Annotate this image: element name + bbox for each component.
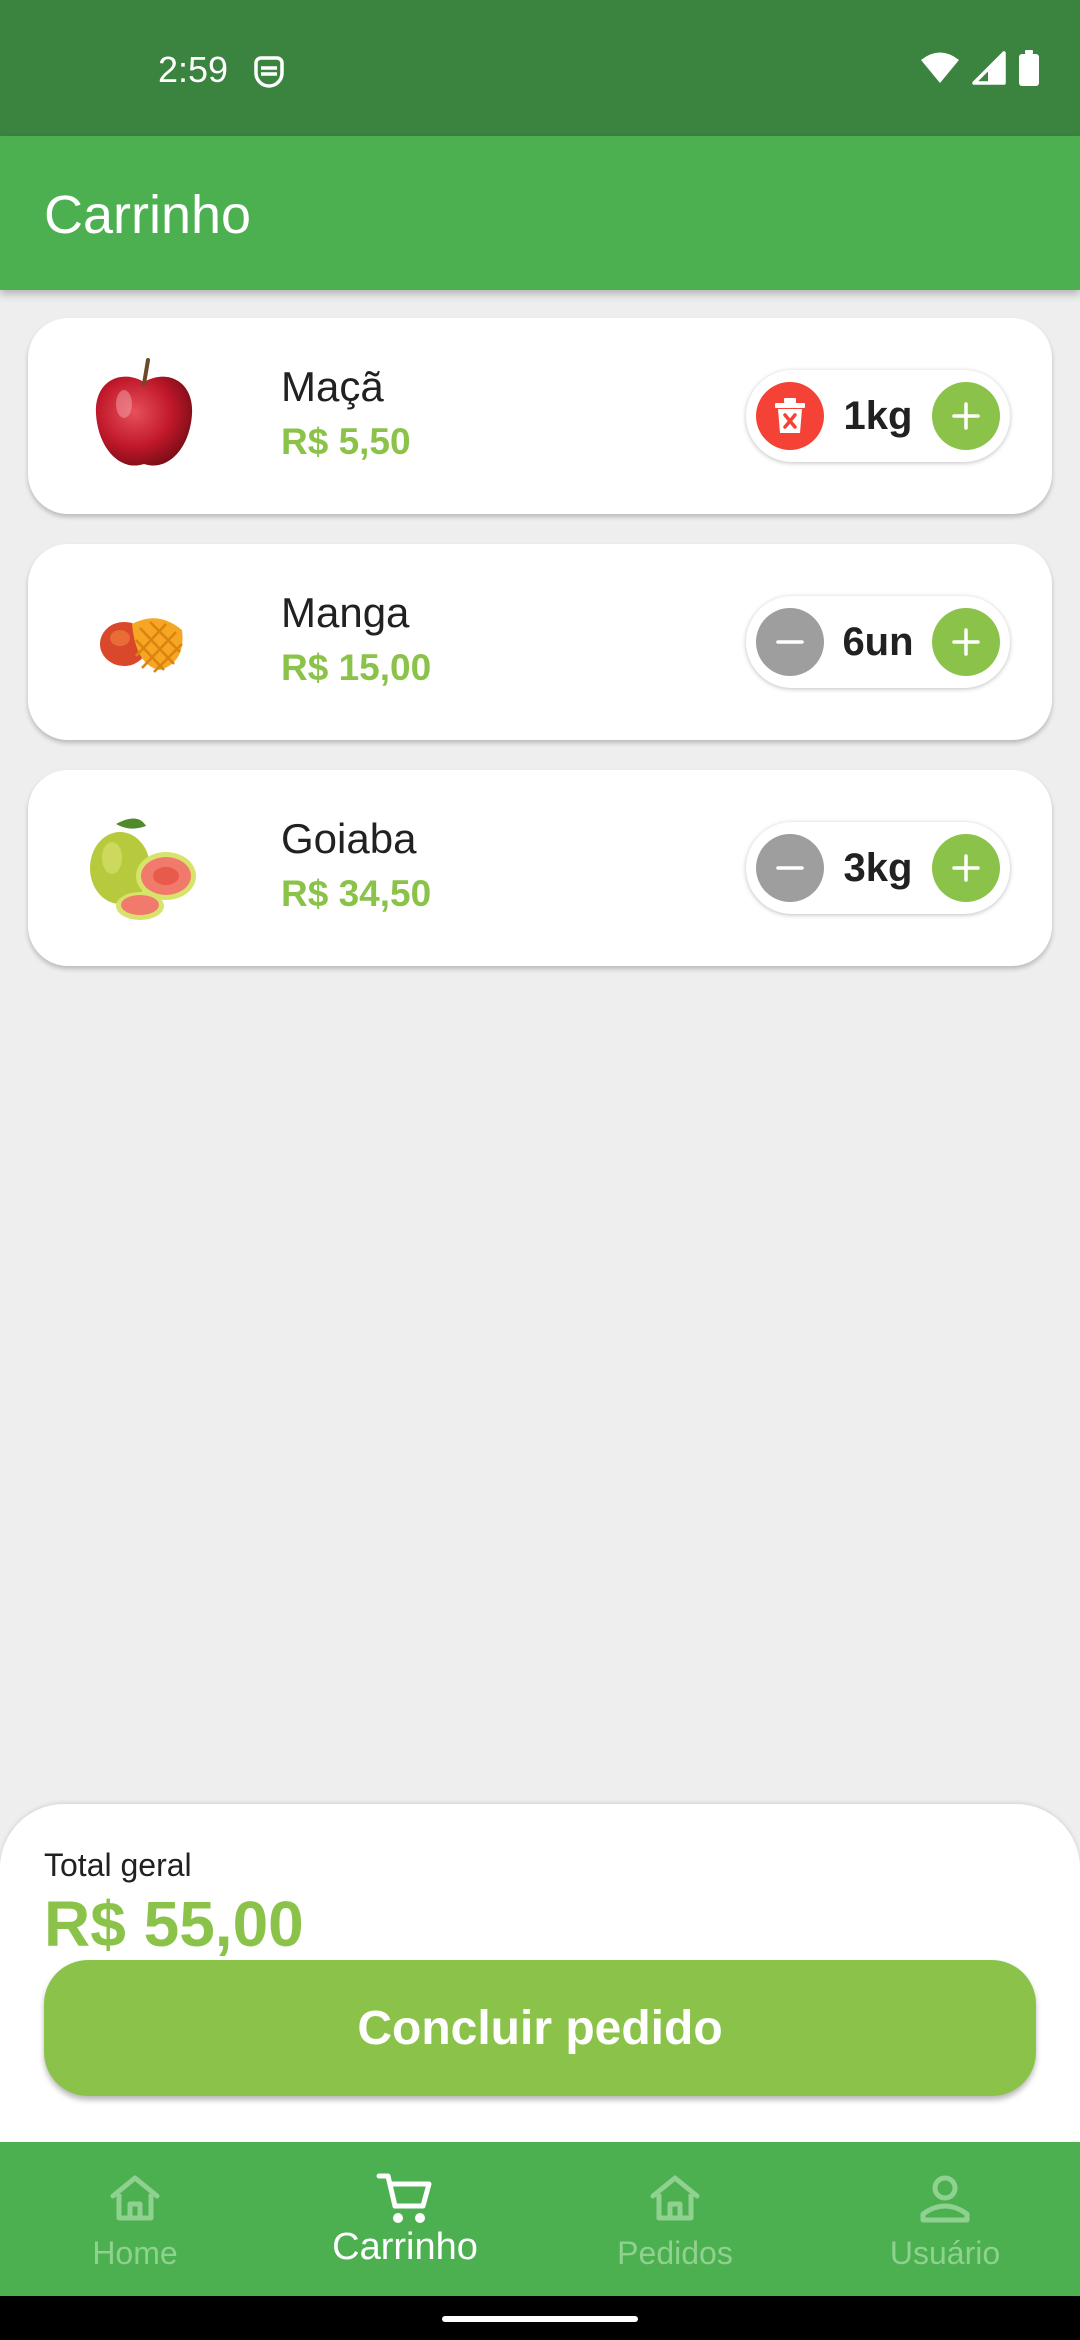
page-title: Carrinho xyxy=(44,185,252,245)
bottom-nav: Home Carrinho Pedidos Usuário xyxy=(0,2142,1080,2296)
cart-item-maca: Maçã R$ 5,50 1kg xyxy=(28,318,1052,514)
home-icon xyxy=(110,2175,160,2221)
guava-image xyxy=(90,818,196,920)
cart-item-manga: Manga R$ 15,00 6un xyxy=(28,544,1052,740)
minus-icon xyxy=(776,866,804,870)
nav-label: Carrinho xyxy=(332,2226,478,2268)
delete-icon xyxy=(775,398,805,433)
total-label: Total geral xyxy=(44,1847,192,1883)
quantity-value: 3kg xyxy=(843,845,913,890)
quantity-stepper: 1kg xyxy=(746,370,1010,462)
nav-item-usuario[interactable]: Usuário xyxy=(810,2142,1080,2296)
decrease-button[interactable] xyxy=(756,834,824,902)
increase-button[interactable] xyxy=(932,382,1000,450)
apple-image xyxy=(95,358,193,466)
quantity-value: 1kg xyxy=(843,393,913,438)
status-time: 2:59 xyxy=(158,49,229,90)
quantity-stepper: 3kg xyxy=(746,822,1010,914)
item-name: Manga xyxy=(281,589,410,636)
signal-icon xyxy=(972,51,1006,85)
quantity-stepper: 6un xyxy=(746,596,1010,688)
plus-icon xyxy=(952,854,980,882)
plus-icon xyxy=(952,402,980,430)
home-gesture-handle[interactable] xyxy=(442,2316,638,2322)
item-name: Maçã xyxy=(281,363,384,410)
cart-icon xyxy=(376,2173,432,2223)
item-price: R$ 5,50 xyxy=(281,421,411,462)
mango-image xyxy=(100,618,183,673)
nav-label: Pedidos xyxy=(617,2235,733,2271)
app-bar: Carrinho xyxy=(0,136,1080,290)
plus-icon xyxy=(952,628,980,656)
total-value: R$ 55,00 xyxy=(44,1888,304,1960)
increase-button[interactable] xyxy=(932,608,1000,676)
user-icon xyxy=(920,2175,970,2223)
cart-list: Maçã R$ 5,50 1kg Manga R$ 15,00 6un Goia… xyxy=(28,318,1052,996)
item-price: R$ 15,00 xyxy=(281,647,432,688)
nav-item-pedidos[interactable]: Pedidos xyxy=(540,2142,810,2296)
order-summary: Total geral R$ 55,00 Concluir pedido xyxy=(0,1804,1080,2144)
checkout-button[interactable]: Concluir pedido xyxy=(44,1960,1036,2096)
decrease-button[interactable] xyxy=(756,608,824,676)
notification-icon xyxy=(254,56,284,88)
minus-icon xyxy=(776,640,804,644)
quantity-value: 6un xyxy=(842,619,914,664)
nav-item-home[interactable]: Home xyxy=(0,2142,270,2296)
gesture-bar xyxy=(0,2296,1080,2340)
battery-icon xyxy=(1019,50,1039,86)
item-price: R$ 34,50 xyxy=(281,873,432,914)
increase-button[interactable] xyxy=(932,834,1000,902)
delete-button[interactable] xyxy=(756,382,824,450)
status-bar: 2:59 xyxy=(0,0,1080,136)
home-icon xyxy=(650,2175,700,2221)
nav-label: Usuário xyxy=(889,2235,1001,2271)
wifi-icon xyxy=(921,52,959,83)
nav-label: Home xyxy=(92,2235,178,2271)
cart-item-goiaba: Goiaba R$ 34,50 3kg xyxy=(28,770,1052,966)
item-name: Goiaba xyxy=(281,815,417,862)
nav-item-carrinho[interactable]: Carrinho xyxy=(270,2142,540,2296)
status-icons xyxy=(920,50,1040,86)
